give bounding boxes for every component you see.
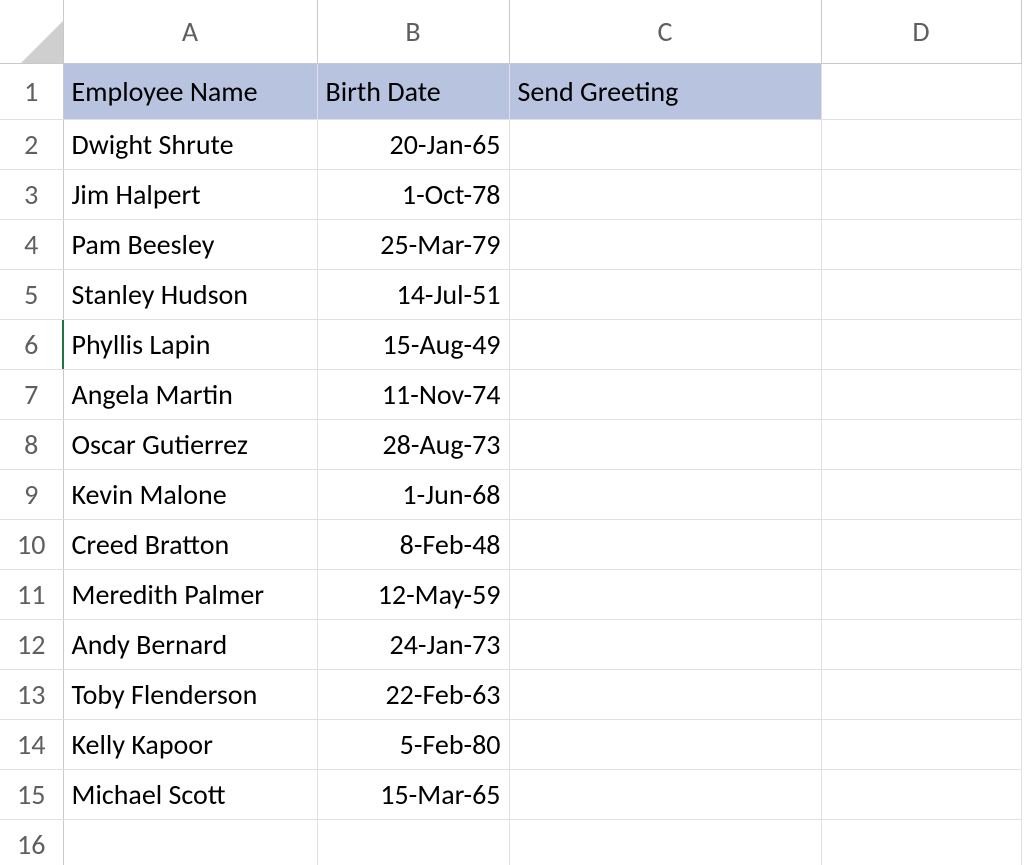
- cell-B9[interactable]: 1-Jun-68: [317, 469, 509, 519]
- row-header-8[interactable]: 8: [0, 419, 63, 469]
- row-header-2[interactable]: 2: [0, 119, 63, 169]
- cell-D2[interactable]: [821, 119, 1021, 169]
- column-header-B[interactable]: B: [317, 0, 509, 63]
- cell-B14[interactable]: 5-Feb-80: [317, 719, 509, 769]
- cell-B1[interactable]: Birth Date: [317, 63, 509, 119]
- row-header-9[interactable]: 9: [0, 469, 63, 519]
- cell-D7[interactable]: [821, 369, 1021, 419]
- cell-A14[interactable]: Kelly Kapoor: [63, 719, 317, 769]
- cell-B5[interactable]: 14-Jul-51: [317, 269, 509, 319]
- cell-D8[interactable]: [821, 419, 1021, 469]
- cell-D12[interactable]: [821, 619, 1021, 669]
- cell-A1[interactable]: Employee Name: [63, 63, 317, 119]
- cell-A5[interactable]: Stanley Hudson: [63, 269, 317, 319]
- row-header-15[interactable]: 15: [0, 769, 63, 819]
- cell-A4[interactable]: Pam Beesley: [63, 219, 317, 269]
- cell-B7[interactable]: 11-Nov-74: [317, 369, 509, 419]
- cell-A11[interactable]: Meredith Palmer: [63, 569, 317, 619]
- cell-C8[interactable]: [509, 419, 821, 469]
- cell-C12[interactable]: [509, 619, 821, 669]
- cell-D16[interactable]: [821, 819, 1021, 865]
- cell-C10[interactable]: [509, 519, 821, 569]
- cell-C14[interactable]: [509, 719, 821, 769]
- cell-C5[interactable]: [509, 269, 821, 319]
- cell-A7[interactable]: Angela Martin: [63, 369, 317, 419]
- cell-A3[interactable]: Jim Halpert: [63, 169, 317, 219]
- cell-C7[interactable]: [509, 369, 821, 419]
- cell-A9[interactable]: Kevin Malone: [63, 469, 317, 519]
- row-header-7[interactable]: 7: [0, 369, 63, 419]
- cell-B15[interactable]: 15-Mar-65: [317, 769, 509, 819]
- row-header-4[interactable]: 4: [0, 219, 63, 269]
- row-header-11[interactable]: 11: [0, 569, 63, 619]
- cell-A10[interactable]: Creed Bratton: [63, 519, 317, 569]
- cell-A8[interactable]: Oscar Gutierrez: [63, 419, 317, 469]
- cell-D11[interactable]: [821, 569, 1021, 619]
- cell-A16[interactable]: [63, 819, 317, 865]
- cell-A13[interactable]: Toby Flenderson: [63, 669, 317, 719]
- cell-D14[interactable]: [821, 719, 1021, 769]
- cell-C13[interactable]: [509, 669, 821, 719]
- cell-B6[interactable]: 15-Aug-49: [317, 319, 509, 369]
- cell-A6[interactable]: Phyllis Lapin: [63, 319, 317, 369]
- cell-D9[interactable]: [821, 469, 1021, 519]
- column-header-D[interactable]: D: [821, 0, 1021, 63]
- cell-A15[interactable]: Michael Scott: [63, 769, 317, 819]
- column-header-C[interactable]: C: [509, 0, 821, 63]
- cell-C15[interactable]: [509, 769, 821, 819]
- cell-B3[interactable]: 1-Oct-78: [317, 169, 509, 219]
- select-all-triangle-icon: [17, 17, 63, 63]
- cell-B12[interactable]: 24-Jan-73: [317, 619, 509, 669]
- cell-D15[interactable]: [821, 769, 1021, 819]
- cell-D3[interactable]: [821, 169, 1021, 219]
- row-header-3[interactable]: 3: [0, 169, 63, 219]
- row-header-16[interactable]: 16: [0, 819, 63, 865]
- cell-A2[interactable]: Dwight Shrute: [63, 119, 317, 169]
- cell-B11[interactable]: 12-May-59: [317, 569, 509, 619]
- cell-C16[interactable]: [509, 819, 821, 865]
- row-header-10[interactable]: 10: [0, 519, 63, 569]
- cell-D1[interactable]: [821, 63, 1021, 119]
- cell-C6[interactable]: [509, 319, 821, 369]
- cell-B8[interactable]: 28-Aug-73: [317, 419, 509, 469]
- select-all-corner[interactable]: [0, 0, 63, 63]
- cell-D6[interactable]: [821, 319, 1021, 369]
- cell-B13[interactable]: 22-Feb-63: [317, 669, 509, 719]
- cell-B10[interactable]: 8-Feb-48: [317, 519, 509, 569]
- row-header-1[interactable]: 1: [0, 63, 63, 119]
- cell-C11[interactable]: [509, 569, 821, 619]
- cell-D5[interactable]: [821, 269, 1021, 319]
- cell-D4[interactable]: [821, 219, 1021, 269]
- cell-C3[interactable]: [509, 169, 821, 219]
- cell-C1[interactable]: Send Greeting: [509, 63, 821, 119]
- row-header-6[interactable]: 6: [0, 319, 63, 369]
- row-header-13[interactable]: 13: [0, 669, 63, 719]
- cell-A12[interactable]: Andy Bernard: [63, 619, 317, 669]
- cell-B4[interactable]: 25-Mar-79: [317, 219, 509, 269]
- cell-C4[interactable]: [509, 219, 821, 269]
- cell-D10[interactable]: [821, 519, 1021, 569]
- cell-C9[interactable]: [509, 469, 821, 519]
- row-header-14[interactable]: 14: [0, 719, 63, 769]
- row-header-5[interactable]: 5: [0, 269, 63, 319]
- cell-D13[interactable]: [821, 669, 1021, 719]
- row-header-12[interactable]: 12: [0, 619, 63, 669]
- cell-B16[interactable]: [317, 819, 509, 865]
- column-header-A[interactable]: A: [63, 0, 317, 63]
- cell-C2[interactable]: [509, 119, 821, 169]
- cell-B2[interactable]: 20-Jan-65: [317, 119, 509, 169]
